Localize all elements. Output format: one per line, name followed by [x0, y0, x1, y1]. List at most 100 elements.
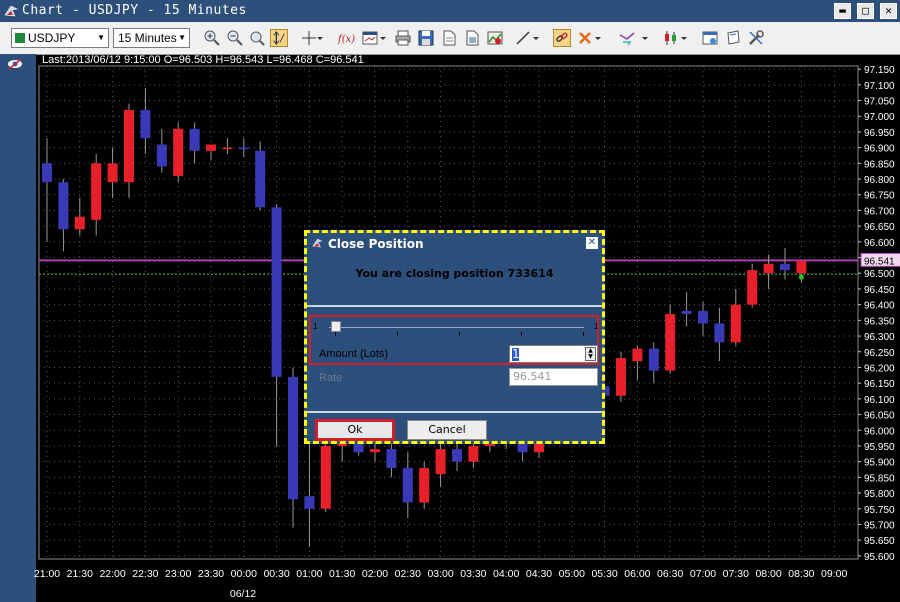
y-tick-label: 95.900 [864, 458, 895, 469]
candle-body[interactable] [107, 163, 118, 183]
x-tick-label: 04:30 [526, 568, 552, 580]
print-icon[interactable] [394, 29, 412, 47]
candle-body[interactable] [91, 163, 102, 220]
candle-body[interactable] [353, 442, 364, 453]
candle-body[interactable] [42, 163, 52, 183]
x-tick-label: 02:30 [395, 568, 421, 580]
candle-body[interactable] [665, 314, 676, 371]
candle-body[interactable] [222, 147, 233, 150]
amount-value: 1 [512, 347, 520, 361]
symbol-select[interactable]: USDJPY ▼ [11, 28, 109, 48]
amount-spinner[interactable]: ▲ ▼ [585, 347, 596, 361]
candle-body[interactable] [74, 216, 85, 230]
candle-body[interactable] [156, 144, 167, 167]
y-tick-label: 95.650 [864, 536, 895, 547]
template-icon[interactable] [724, 29, 742, 47]
candle-body[interactable] [648, 348, 659, 371]
candlestick-icon[interactable] [662, 29, 680, 47]
cancel-button[interactable]: Cancel [407, 420, 487, 440]
candle-body[interactable] [780, 263, 790, 271]
candle-body[interactable] [698, 310, 708, 324]
rate-input: 96.541 [509, 368, 598, 386]
candle-body[interactable] [124, 109, 134, 183]
minimize-button[interactable]: ▬ [834, 3, 851, 19]
amount-slider-track[interactable] [329, 327, 584, 328]
candle-body[interactable] [517, 442, 528, 453]
candle-body[interactable] [288, 376, 298, 500]
chart-type-chevron-icon[interactable] [680, 29, 688, 47]
slider-max-label: 1 [594, 322, 599, 331]
x-tick-label: 01:00 [296, 568, 322, 580]
save-icon[interactable] [417, 29, 435, 47]
y-tick-label: 96.650 [864, 222, 895, 233]
candle-body[interactable] [206, 144, 216, 151]
y-tick-label: 96.200 [864, 363, 895, 374]
candle-body[interactable] [763, 263, 774, 274]
candle-body[interactable] [452, 449, 462, 462]
candle-body[interactable] [238, 147, 249, 150]
trend-line-icon[interactable] [514, 29, 532, 47]
candle-body[interactable] [173, 128, 184, 176]
candle-body[interactable] [616, 358, 626, 396]
candle-body[interactable] [386, 449, 397, 468]
candle-body[interactable] [271, 207, 282, 377]
settings-tools-icon[interactable] [747, 29, 765, 47]
candle-body[interactable] [796, 260, 807, 274]
candle-body[interactable] [304, 496, 315, 509]
restore-button[interactable]: □ [857, 3, 874, 19]
close-window-button[interactable]: ✕ [880, 3, 897, 19]
dialog-body: You are closing position 733614 1 1 Amou… [307, 254, 602, 441]
candle-body[interactable] [681, 310, 692, 315]
x-tick-label: 00:00 [231, 568, 257, 580]
candle-body[interactable] [730, 304, 741, 343]
alert-icon[interactable] [618, 29, 636, 47]
timeframe-select[interactable]: 15 Minutes ▼ [113, 28, 190, 48]
chart-window-icon[interactable] [361, 29, 379, 47]
amount-slider-thumb[interactable] [331, 321, 341, 332]
candle-body[interactable] [747, 270, 758, 305]
candle-body[interactable] [58, 182, 69, 230]
y-tick-label: 96.800 [864, 175, 895, 186]
candle-body[interactable] [320, 445, 331, 509]
delete-objects-icon[interactable] [576, 29, 594, 47]
drawing-menu-chevron-icon[interactable] [532, 29, 540, 47]
window-menu-chevron-icon[interactable] [379, 29, 387, 47]
candle-body[interactable] [140, 109, 151, 139]
crosshair-menu-chevron-icon[interactable] [316, 29, 324, 47]
zoom-out-icon[interactable] [226, 29, 244, 47]
candle-body[interactable] [468, 445, 479, 462]
amount-input[interactable]: 1 ▲ ▼ [509, 345, 598, 363]
x-tick-label: 22:30 [132, 568, 158, 580]
export-image-icon[interactable] [486, 29, 504, 47]
document-icon[interactable] [440, 29, 458, 47]
candle-body[interactable] [419, 467, 430, 503]
auto-scale-icon[interactable] [270, 29, 288, 47]
candle-body[interactable] [632, 348, 643, 362]
delete-menu-chevron-icon[interactable] [594, 29, 602, 47]
ok-button[interactable]: Ok [315, 419, 395, 441]
candle-body[interactable] [402, 467, 413, 503]
y-tick-label: 97.100 [864, 81, 895, 92]
y-tick-label: 96.900 [864, 144, 895, 155]
properties-icon[interactable] [701, 29, 719, 47]
divider [307, 411, 602, 413]
x-tick-label: 05:00 [559, 568, 585, 580]
link-icon[interactable] [553, 29, 571, 47]
dialog-close-icon[interactable]: ✕ [586, 237, 598, 249]
dialog-titlebar[interactable]: Close Position ✕ [307, 233, 602, 253]
report-icon[interactable] [463, 29, 481, 47]
ohlc-info: Last:2013/06/12 9:15:00 O=96.503 H=96.54… [42, 54, 364, 66]
candle-body[interactable] [370, 449, 380, 453]
indicator-icon[interactable]: f(x) [337, 29, 355, 47]
y-tick-label: 97.150 [864, 65, 895, 76]
zoom-in-icon[interactable] [203, 29, 221, 47]
candle-body[interactable] [714, 323, 725, 343]
x-tick-label: 21:00 [34, 568, 60, 580]
alert-menu-chevron-icon[interactable] [641, 29, 649, 47]
zoom-fit-icon[interactable] [248, 29, 266, 47]
candle-body[interactable] [435, 449, 446, 475]
candle-body[interactable] [189, 128, 200, 151]
x-tick-label: 07:30 [723, 568, 749, 580]
y-tick-label: 95.750 [864, 505, 895, 516]
candle-body[interactable] [255, 150, 266, 208]
